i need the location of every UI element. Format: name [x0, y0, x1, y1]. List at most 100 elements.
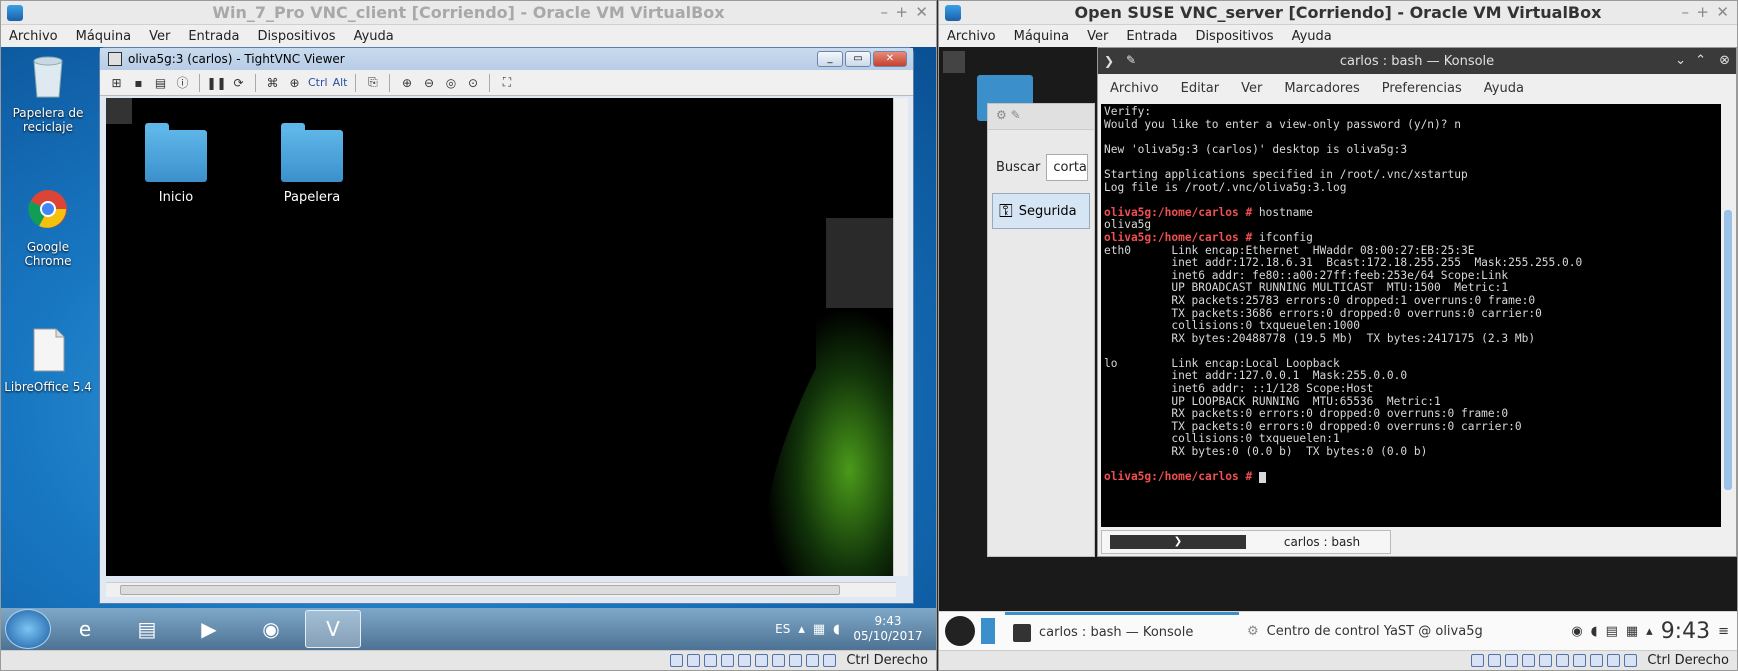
keyboard-status-icon[interactable]: [823, 654, 837, 667]
close-icon[interactable]: ⊗: [1719, 53, 1730, 68]
remote-desktop-view[interactable]: Inicio Papelera: [106, 98, 896, 576]
menu-entrada[interactable]: Entrada: [188, 29, 239, 44]
zoom-fit-icon[interactable]: ⊙: [464, 74, 481, 91]
konsole-tab[interactable]: ❯ carlos : bash: [1101, 530, 1391, 554]
window-titlebar[interactable]: Win_7_Pro VNC_client [Corriendo] - Oracl…: [1, 1, 936, 25]
close-icon[interactable]: ✕: [915, 3, 928, 21]
maximize-icon[interactable]: ⌃: [1695, 53, 1706, 68]
window-titlebar[interactable]: Open SUSE VNC_server [Corriendo] - Oracl…: [939, 1, 1737, 25]
refresh-icon[interactable]: ⟳: [230, 74, 247, 91]
usb-status-icon[interactable]: [721, 654, 735, 667]
volume-icon[interactable]: ◖: [1591, 624, 1598, 639]
recording-status-icon[interactable]: [1573, 654, 1587, 667]
cpu-status-icon[interactable]: [1590, 654, 1604, 667]
zoom-out-icon[interactable]: ⊖: [420, 74, 437, 91]
clipboard-icon[interactable]: ▤: [1606, 624, 1618, 639]
shared-folder-status-icon[interactable]: [1539, 654, 1553, 667]
pause-icon[interactable]: ❚❚: [206, 74, 226, 91]
minimize-icon[interactable]: –: [881, 3, 889, 21]
save-icon[interactable]: ▪: [130, 74, 147, 91]
yast-module-item[interactable]: ⚿ Segurida: [992, 193, 1090, 229]
search-input[interactable]: corta: [1046, 154, 1088, 181]
hdd-status-icon[interactable]: [1471, 654, 1485, 667]
close-button[interactable]: ✕: [873, 51, 907, 67]
usb-status-icon[interactable]: [1522, 654, 1536, 667]
desktop-icon-recycle-bin[interactable]: Papelera de reciclaje: [3, 53, 93, 134]
remote-icon-papelera[interactable]: Papelera: [262, 123, 362, 205]
mouse-status-icon[interactable]: [1607, 654, 1621, 667]
keyboard-status-icon[interactable]: [1624, 654, 1638, 667]
desktop-menu-icon[interactable]: [943, 51, 965, 73]
menu-ver[interactable]: Ver: [1087, 29, 1108, 44]
alt-key-button[interactable]: Alt: [333, 76, 348, 89]
recording-status-icon[interactable]: [772, 654, 786, 667]
volume-icon[interactable]: ◖: [833, 622, 840, 637]
menu-editar[interactable]: Editar: [1181, 81, 1220, 96]
scrollbar-thumb[interactable]: [120, 585, 840, 595]
tray-expand-icon[interactable]: ▴: [1646, 624, 1653, 639]
network-icon[interactable]: ▦: [813, 622, 825, 637]
clock[interactable]: 9:43 05/10/2017: [848, 614, 928, 644]
terminal-output[interactable]: Verify: Would you like to enter a view-on…: [1101, 104, 1721, 527]
language-indicator[interactable]: ES: [775, 622, 790, 636]
taskbar-ie-icon[interactable]: e: [57, 610, 113, 648]
info-icon[interactable]: ⓘ: [174, 74, 191, 91]
menu-dispositivos[interactable]: Dispositivos: [257, 29, 335, 44]
zoom-in-icon[interactable]: ⊕: [398, 74, 415, 91]
display-status-icon[interactable]: [1556, 654, 1570, 667]
menu-entrada[interactable]: Entrada: [1126, 29, 1177, 44]
scrollbar-thumb[interactable]: [1724, 210, 1732, 490]
clock[interactable]: 9:43: [1661, 619, 1710, 644]
menu-ayuda[interactable]: Ayuda: [1484, 81, 1524, 96]
taskbar-tightvnc-icon[interactable]: V: [305, 610, 361, 648]
application-launcher-icon[interactable]: [945, 616, 975, 646]
menu-dispositivos[interactable]: Dispositivos: [1195, 29, 1273, 44]
desktop-icon-libreoffice[interactable]: LibreOffice 5.4: [3, 327, 93, 394]
network-icon[interactable]: ▦: [1626, 624, 1638, 639]
win-key-icon[interactable]: ⊕: [286, 74, 303, 91]
menu-ayuda[interactable]: Ayuda: [1292, 29, 1332, 44]
desktop-icon-chrome[interactable]: Google Chrome: [3, 187, 93, 268]
maximize-button[interactable]: ▭: [845, 51, 871, 67]
optical-status-icon[interactable]: [687, 654, 701, 667]
taskbar-media-player-icon[interactable]: ▶: [181, 610, 237, 648]
minimize-icon[interactable]: –: [1682, 3, 1690, 21]
tightvnc-titlebar[interactable]: oliva5g:3 (carlos) - TightVNC Viewer _ ▭…: [100, 48, 913, 70]
panel-menu-icon[interactable]: ≡: [1718, 624, 1729, 639]
minimize-button[interactable]: _: [817, 51, 843, 67]
start-button[interactable]: [5, 609, 51, 649]
yast-titlebar[interactable]: ⚙ ✎: [988, 104, 1094, 130]
remote-menu-icon[interactable]: [106, 98, 132, 124]
menu-archivo[interactable]: Archivo: [1110, 81, 1159, 96]
konsole-titlebar[interactable]: ❯ ✎ carlos : bash — Konsole ⌄ ⌃ ⊗: [1098, 48, 1736, 74]
new-connection-icon[interactable]: ⊞: [108, 74, 125, 91]
updater-icon[interactable]: ◉: [1571, 624, 1582, 639]
menu-preferencias[interactable]: Preferencias: [1382, 81, 1462, 96]
menu-ayuda[interactable]: Ayuda: [354, 29, 394, 44]
horizontal-scrollbar[interactable]: [106, 582, 896, 597]
close-icon[interactable]: ✕: [1716, 3, 1729, 21]
taskbar-explorer-icon[interactable]: ▤: [119, 610, 175, 648]
zoom-100-icon[interactable]: ◎: [442, 74, 459, 91]
tray-expand-icon[interactable]: ▴: [798, 622, 805, 637]
optical-status-icon[interactable]: [1488, 654, 1502, 667]
fullscreen-icon[interactable]: ⛶: [498, 74, 515, 91]
clipboard-icon[interactable]: ⎘: [364, 74, 381, 91]
menu-ver[interactable]: Ver: [1241, 81, 1262, 96]
ctrl-key-button[interactable]: Ctrl: [308, 76, 328, 89]
terminal-scrollbar[interactable]: [1722, 104, 1734, 527]
taskbar-item-yast[interactable]: ⚙ Centro de control YaST @ oliva5g: [1239, 612, 1499, 651]
taskbar-chrome-icon[interactable]: ◉: [243, 610, 299, 648]
menu-ver[interactable]: Ver: [149, 29, 170, 44]
menu-maquina[interactable]: Máquina: [76, 29, 132, 44]
mouse-status-icon[interactable]: [806, 654, 820, 667]
vertical-scrollbar[interactable]: [893, 98, 908, 576]
cpu-status-icon[interactable]: [789, 654, 803, 667]
display-status-icon[interactable]: [755, 654, 769, 667]
shared-folder-status-icon[interactable]: [738, 654, 752, 667]
maximize-icon[interactable]: +: [1696, 3, 1709, 21]
remote-icon-inicio[interactable]: Inicio: [126, 123, 226, 205]
menu-maquina[interactable]: Máquina: [1014, 29, 1070, 44]
network-status-icon[interactable]: [704, 654, 718, 667]
taskbar-item-konsole[interactable]: carlos : bash — Konsole: [1005, 611, 1239, 651]
